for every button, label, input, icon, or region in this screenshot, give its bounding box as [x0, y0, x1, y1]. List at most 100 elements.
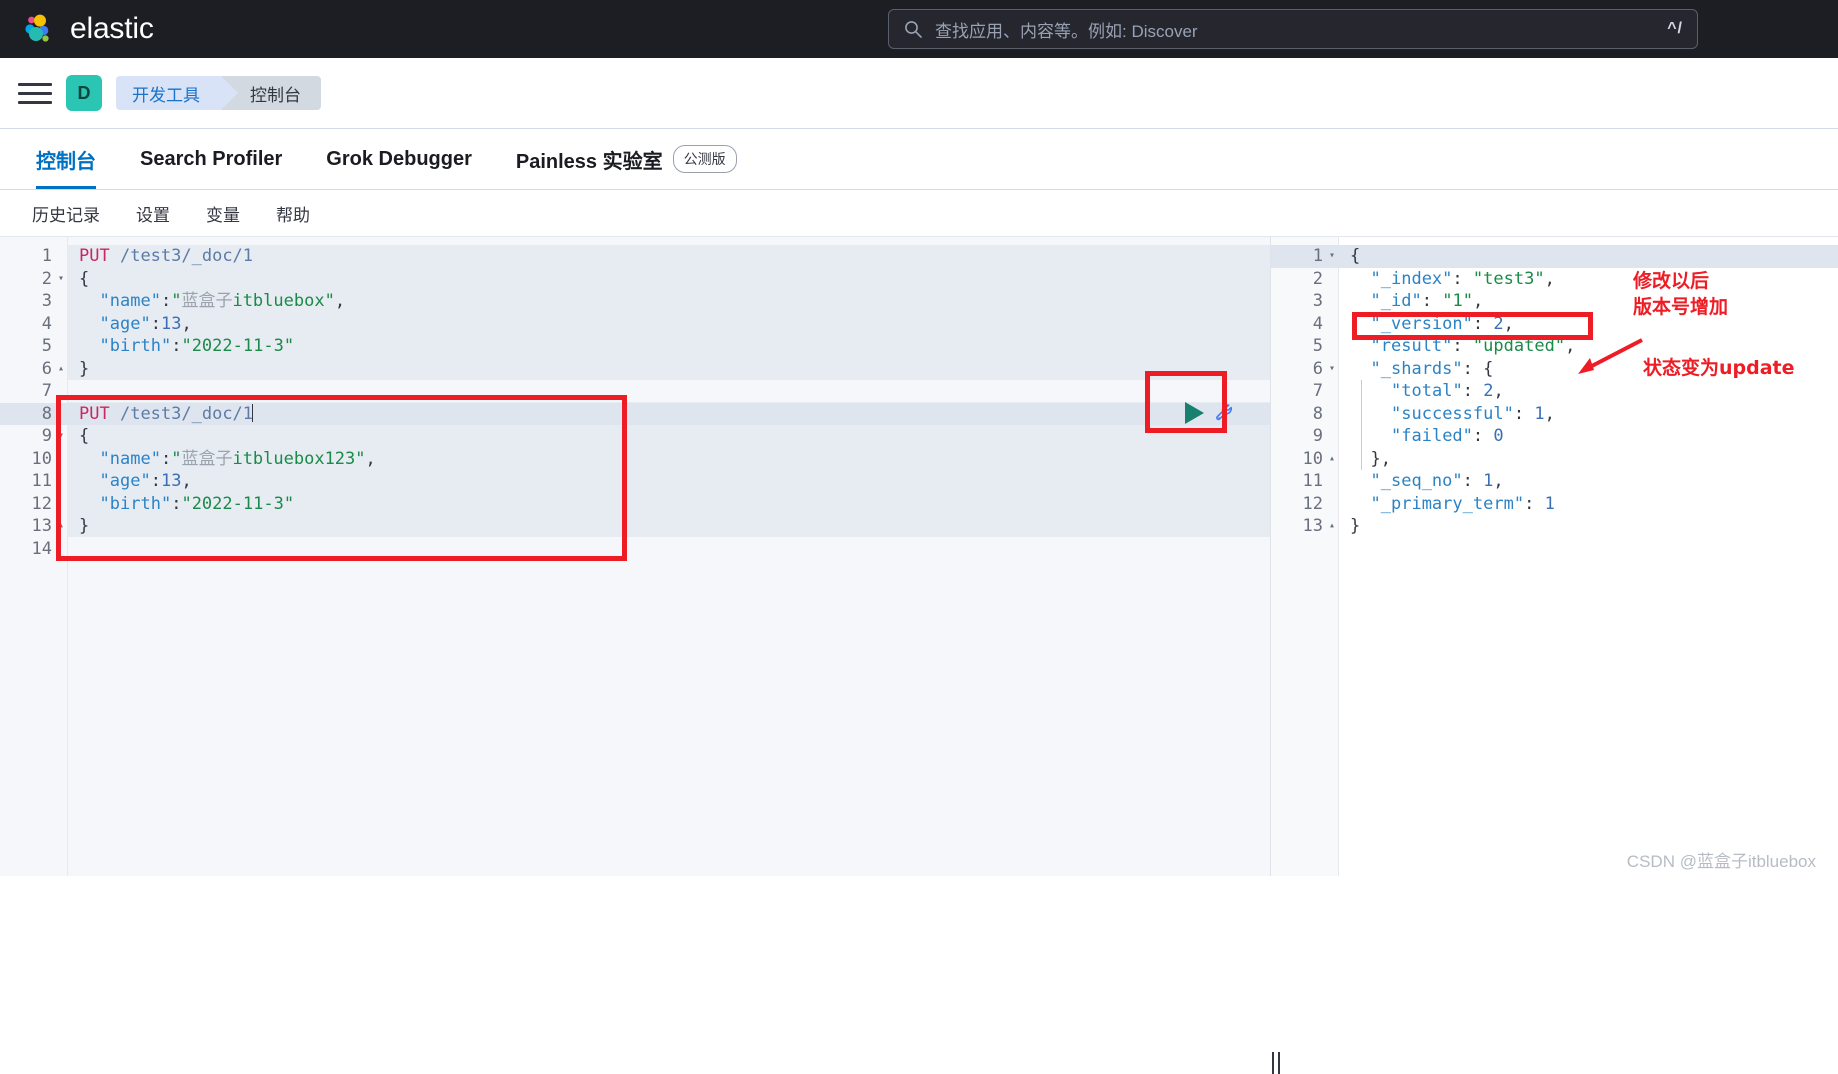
code-text: PUT /test3/_doc/1 — [79, 403, 254, 424]
breadcrumb-item-dev-tools[interactable]: 开发工具 — [116, 76, 238, 110]
editor-area: 1 PUT /test3/_doc/1 2 ▾{3 "name":"蓝盒子itblue… — [0, 236, 1838, 1074]
code-line: 2 ▾ { — [0, 268, 1270, 291]
line-number: 9 — [1312, 426, 1323, 446]
hamburger-menu-icon[interactable] — [18, 76, 52, 110]
tab-search-profiler[interactable]: Search Profiler — [118, 129, 304, 189]
tab-grok-debugger-label: Grok Debugger — [326, 147, 472, 170]
code-text: { — [1350, 246, 1361, 266]
line-number: 4 — [1312, 313, 1323, 334]
line-number: 4 — [41, 313, 52, 334]
tab-search-profiler-label: Search Profiler — [140, 147, 283, 170]
line-number: 9 — [41, 426, 52, 446]
fold-toggle-icon[interactable]: ▾ — [1325, 245, 1339, 268]
line-number: 13 — [1302, 516, 1323, 536]
request-editor-pane[interactable]: 1 PUT /test3/_doc/1 2 ▾{3 "name":"蓝盒子itblue… — [0, 237, 1270, 876]
line-number: 3 — [1312, 291, 1323, 311]
console-menu-settings[interactable]: 设置 — [118, 201, 188, 226]
code-line: 6 ▾ "_shards": { — [1271, 358, 1838, 381]
code-text: "_version": 2, — [1370, 313, 1514, 334]
code-line: 1 ▾ { — [1271, 245, 1838, 268]
code-text: "age":13, — [99, 471, 192, 491]
line-number: 12 — [1302, 493, 1323, 514]
tab-grok-debugger[interactable]: Grok Debugger — [304, 129, 494, 189]
code-text: "failed": 0 — [1391, 426, 1504, 446]
wrench-icon[interactable] — [1214, 402, 1236, 424]
fold-toggle-icon[interactable]: ▴ — [1325, 515, 1339, 538]
code-text: "_shards": { — [1370, 358, 1494, 379]
brand-name: elastic — [70, 12, 154, 45]
brand: elastic — [22, 12, 154, 46]
code-line: 13 ▴} — [1271, 515, 1838, 538]
line-number: 8 — [41, 403, 52, 424]
elastic-logo-icon — [22, 12, 56, 46]
console-menu-help[interactable]: 帮助 — [258, 201, 328, 226]
top-header: elastic 查找应用、内容等。例如: Discover ^/ — [0, 0, 1838, 58]
line-number: 12 — [31, 493, 52, 514]
play-run-icon[interactable] — [1185, 402, 1204, 424]
code-text: "_seq_no": 1, — [1370, 471, 1504, 491]
line-number: 2 — [1312, 268, 1323, 289]
tab-console[interactable]: 控制台 — [14, 129, 118, 189]
search-shortcut-hint: ^/ — [1667, 20, 1683, 37]
code-line: 4 "_version": 2, — [1271, 313, 1838, 336]
code-line: 2 "_index": "test3", — [1271, 268, 1838, 291]
code-text: } — [79, 516, 90, 536]
search-placeholder: 查找应用、内容等。例如: Discover — [935, 21, 1198, 41]
breadcrumb-bar: D 开发工具 控制台 — [0, 58, 1838, 129]
line-number: 13 — [31, 516, 52, 536]
code-line: 6 ▴} — [0, 358, 1270, 381]
console-menu-variables[interactable]: 变量 — [188, 201, 258, 226]
console-menu-bar: 历史记录 设置 变量 帮助 — [0, 190, 1838, 236]
line-number: 5 — [41, 336, 52, 356]
code-text: "_index": "test3", — [1370, 268, 1555, 289]
line-number: 7 — [1312, 381, 1323, 401]
line-number: 6 — [1312, 358, 1323, 379]
global-search-input[interactable]: 查找应用、内容等。例如: Discover ^/ — [888, 9, 1698, 49]
fold-toggle-icon[interactable]: ▾ — [54, 268, 68, 291]
fold-toggle-icon[interactable]: ▾ — [54, 425, 68, 448]
breadcrumb: 开发工具 控制台 — [116, 76, 321, 110]
code-text: }, — [1370, 448, 1392, 469]
fold-toggle-icon[interactable]: ▴ — [54, 515, 68, 538]
code-text: "birth":"2022-11-3" — [99, 336, 295, 356]
line-number: 1 — [1312, 246, 1323, 266]
line-number: 7 — [41, 381, 52, 401]
code-text: } — [79, 358, 90, 379]
fold-toggle-icon[interactable]: ▴ — [1325, 448, 1339, 471]
fold-toggle-icon[interactable]: ▴ — [54, 358, 68, 381]
app-tabs: 控制台 Search Profiler Grok Debugger Painle… — [0, 129, 1838, 190]
code-line: 13 ▴} — [0, 515, 1270, 538]
code-text: "successful": 1, — [1391, 403, 1555, 424]
code-line: 12 "birth":"2022-11-3" — [0, 493, 1270, 516]
resize-handle-icon[interactable] — [1268, 1052, 1284, 1074]
line-number: 8 — [1312, 403, 1323, 424]
line-number: 2 — [41, 268, 52, 289]
tab-console-label: 控制台 — [36, 150, 96, 173]
code-text: "result": "updated", — [1370, 336, 1576, 356]
beta-badge: 公测版 — [672, 145, 737, 173]
console-menu-history[interactable]: 历史记录 — [14, 201, 118, 226]
line-number: 3 — [41, 291, 52, 311]
code-line: 9 ▾ { — [0, 425, 1270, 448]
tab-painless-lab[interactable]: Painless 实验室 公测版 — [494, 129, 759, 189]
code-line: 7 — [0, 380, 1270, 403]
code-line: 3 "_id": "1", — [1271, 290, 1838, 313]
code-line: 14 — [0, 538, 1270, 561]
code-text: { — [79, 426, 90, 446]
code-line: 3 "name":"蓝盒子itbluebox", — [0, 290, 1270, 313]
code-text: PUT /test3/_doc/1 — [79, 246, 254, 266]
code-line: 10 ▴ }, — [1271, 448, 1838, 471]
code-text: "total": 2, — [1391, 381, 1504, 401]
code-line: 4 "age":13, — [0, 313, 1270, 336]
space-avatar[interactable]: D — [66, 75, 102, 111]
code-text: "_id": "1", — [1370, 291, 1484, 311]
line-number: 6 — [41, 358, 52, 379]
fold-toggle-icon[interactable]: ▾ — [1325, 358, 1339, 381]
run-controls — [1185, 402, 1236, 424]
request-code-lines[interactable]: 1 PUT /test3/_doc/1 2 ▾{3 "name":"蓝盒子itblue… — [0, 245, 1270, 560]
search-icon — [903, 19, 923, 39]
code-line: 8 "successful": 1, — [1271, 403, 1838, 426]
code-text: { — [79, 268, 90, 289]
response-pane[interactable]: 1 ▾{2 "_index": "test3", 3 "_id": "1", 4 "_… — [1270, 237, 1838, 876]
line-number: 10 — [31, 448, 52, 469]
